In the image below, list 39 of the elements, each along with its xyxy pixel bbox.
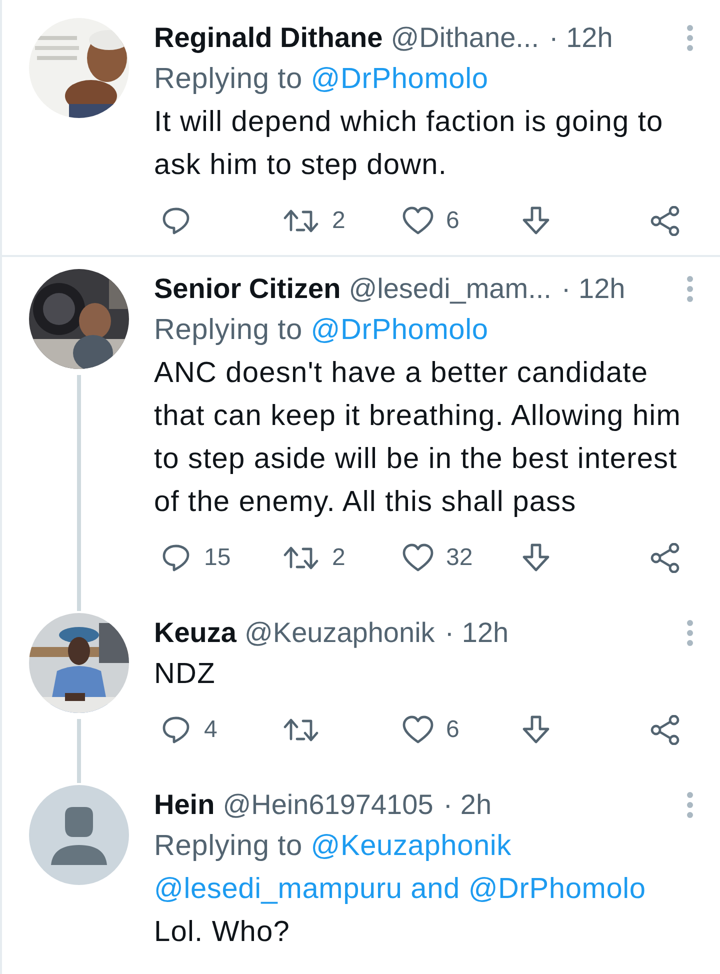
heart-icon[interactable] (402, 543, 434, 573)
timestamp: · 12h (444, 616, 509, 650)
share-icon[interactable] (650, 715, 682, 745)
share-icon[interactable] (650, 543, 682, 573)
replying-to: Replying to @Keuzaphonik @lesedi_mampuru and @DrPhomolo (154, 829, 647, 907)
count: 32 (446, 544, 473, 572)
tweet-text: NDZ (154, 657, 216, 692)
tweet-text: It will depend which faction is going to ask him to step down. (154, 105, 664, 183)
count: 6 (446, 716, 460, 744)
download-arrow-icon[interactable] (522, 715, 552, 745)
speech-bubble-icon[interactable] (162, 206, 192, 236)
author-name[interactable]: Senior Citizen (154, 269, 341, 309)
count: 2 (332, 544, 346, 572)
timestamp: · 2h (443, 788, 492, 822)
download-arrow-icon[interactable] (522, 543, 552, 573)
author-handle[interactable]: @Hein61974105 (222, 785, 434, 825)
count: 2 (332, 207, 346, 235)
download-arrow-icon[interactable] (522, 206, 552, 236)
heart-icon[interactable] (402, 206, 434, 236)
replying-to: Replying to @DrPhomolo (154, 313, 490, 348)
author-handle[interactable]: @lesedi_mam... (348, 269, 552, 309)
avatar-icon[interactable] (29, 785, 129, 885)
count: 6 (446, 207, 460, 235)
timestamp: · 12h (561, 272, 626, 306)
speech-bubble-icon[interactable] (162, 715, 192, 745)
timestamp: · 12h (548, 21, 613, 55)
author-handle[interactable]: @Keuzaphonik (244, 613, 435, 653)
share-icon[interactable] (650, 206, 682, 236)
author-name[interactable]: Reginald Dithane (154, 18, 383, 58)
heart-icon[interactable] (402, 715, 434, 745)
speech-bubble-icon[interactable] (162, 543, 192, 573)
tweet-text: ANC doesn't have a better candidate that can keep it breathing. Allowing him to step aside will be in the best interest of the enemy. All this shall pass (154, 356, 682, 520)
author-handle[interactable]: @Dithane... (390, 18, 539, 58)
author-name[interactable]: Keuza (154, 613, 236, 653)
author-name[interactable]: Hein (154, 785, 215, 825)
replying-to: Replying to @DrPhomolo (154, 62, 490, 97)
tweet-text: Lol. Who? (154, 915, 291, 950)
count: 15 (204, 544, 231, 572)
count: 4 (204, 716, 218, 744)
